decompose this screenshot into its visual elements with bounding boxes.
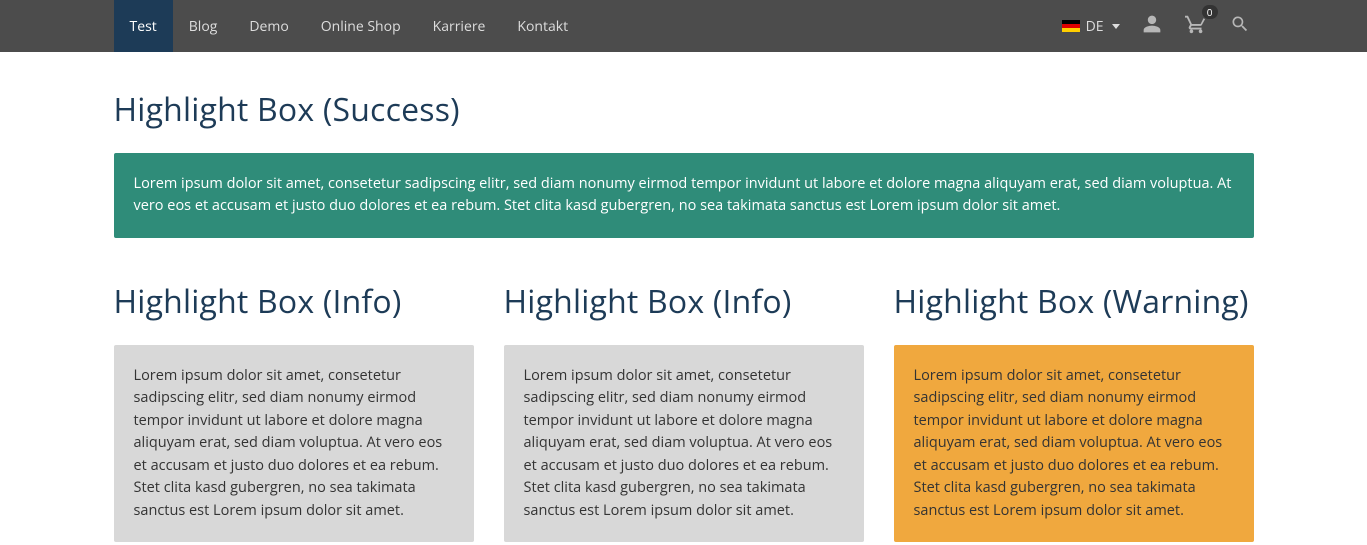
highlight-box-warning: Lorem ipsum dolor sit amet, consetetur s…: [894, 345, 1254, 542]
heading-warning: Highlight Box (Warning): [894, 280, 1254, 323]
user-icon: [1142, 14, 1162, 39]
nav-item-demo[interactable]: Demo: [233, 0, 304, 52]
box-text: Lorem ipsum dolor sit amet, consetetur s…: [524, 366, 833, 520]
search-button[interactable]: [1230, 14, 1250, 39]
highlight-box-info-2: Lorem ipsum dolor sit amet, consetetur s…: [504, 345, 864, 542]
nav-right: DE 0: [1062, 0, 1254, 52]
nav-label: Karriere: [433, 17, 486, 36]
col-1: Highlight Box (Info) Lorem ipsum dolor s…: [114, 280, 474, 542]
highlight-box-success: Lorem ipsum dolor sit amet, consetetur s…: [114, 153, 1254, 238]
search-icon: [1230, 14, 1250, 39]
highlight-box-info-1: Lorem ipsum dolor sit amet, consetetur s…: [114, 345, 474, 542]
nav-label: Blog: [189, 17, 218, 36]
box-text: Lorem ipsum dolor sit amet, consetetur s…: [134, 174, 1232, 215]
columns-row: Highlight Box (Info) Lorem ipsum dolor s…: [114, 280, 1254, 542]
cart-button[interactable]: 0: [1184, 13, 1208, 40]
main-container: Highlight Box (Success) Lorem ipsum dolo…: [114, 52, 1254, 542]
language-selector[interactable]: DE: [1062, 17, 1120, 36]
chevron-down-icon: [1112, 24, 1120, 29]
nav-label: Demo: [249, 17, 288, 36]
nav-item-kontakt[interactable]: Kontakt: [501, 0, 584, 52]
account-button[interactable]: [1142, 14, 1162, 39]
heading-info-1: Highlight Box (Info): [114, 280, 474, 323]
box-text: Lorem ipsum dolor sit amet, consetetur s…: [134, 366, 443, 520]
nav-left: Test Blog Demo Online Shop Karriere Kont…: [114, 0, 585, 52]
nav-label: Test: [130, 17, 157, 36]
flag-de-icon: [1062, 20, 1080, 32]
nav-label: Online Shop: [321, 17, 401, 36]
heading-success: Highlight Box (Success): [114, 88, 1254, 131]
box-text: Lorem ipsum dolor sit amet, consetetur s…: [914, 366, 1223, 520]
col-3: Highlight Box (Warning) Lorem ipsum dolo…: [894, 280, 1254, 542]
nav-item-blog[interactable]: Blog: [173, 0, 234, 52]
nav-item-karriere[interactable]: Karriere: [417, 0, 502, 52]
top-navbar: Test Blog Demo Online Shop Karriere Kont…: [0, 0, 1367, 52]
heading-info-2: Highlight Box (Info): [504, 280, 864, 323]
nav-item-onlineshop[interactable]: Online Shop: [305, 0, 417, 52]
nav-item-test[interactable]: Test: [114, 0, 173, 52]
nav-label: Kontakt: [517, 17, 568, 36]
lang-code: DE: [1086, 17, 1104, 36]
navbar-inner: Test Blog Demo Online Shop Karriere Kont…: [114, 0, 1254, 52]
col-2: Highlight Box (Info) Lorem ipsum dolor s…: [504, 280, 864, 542]
cart-count-badge: 0: [1202, 5, 1218, 19]
